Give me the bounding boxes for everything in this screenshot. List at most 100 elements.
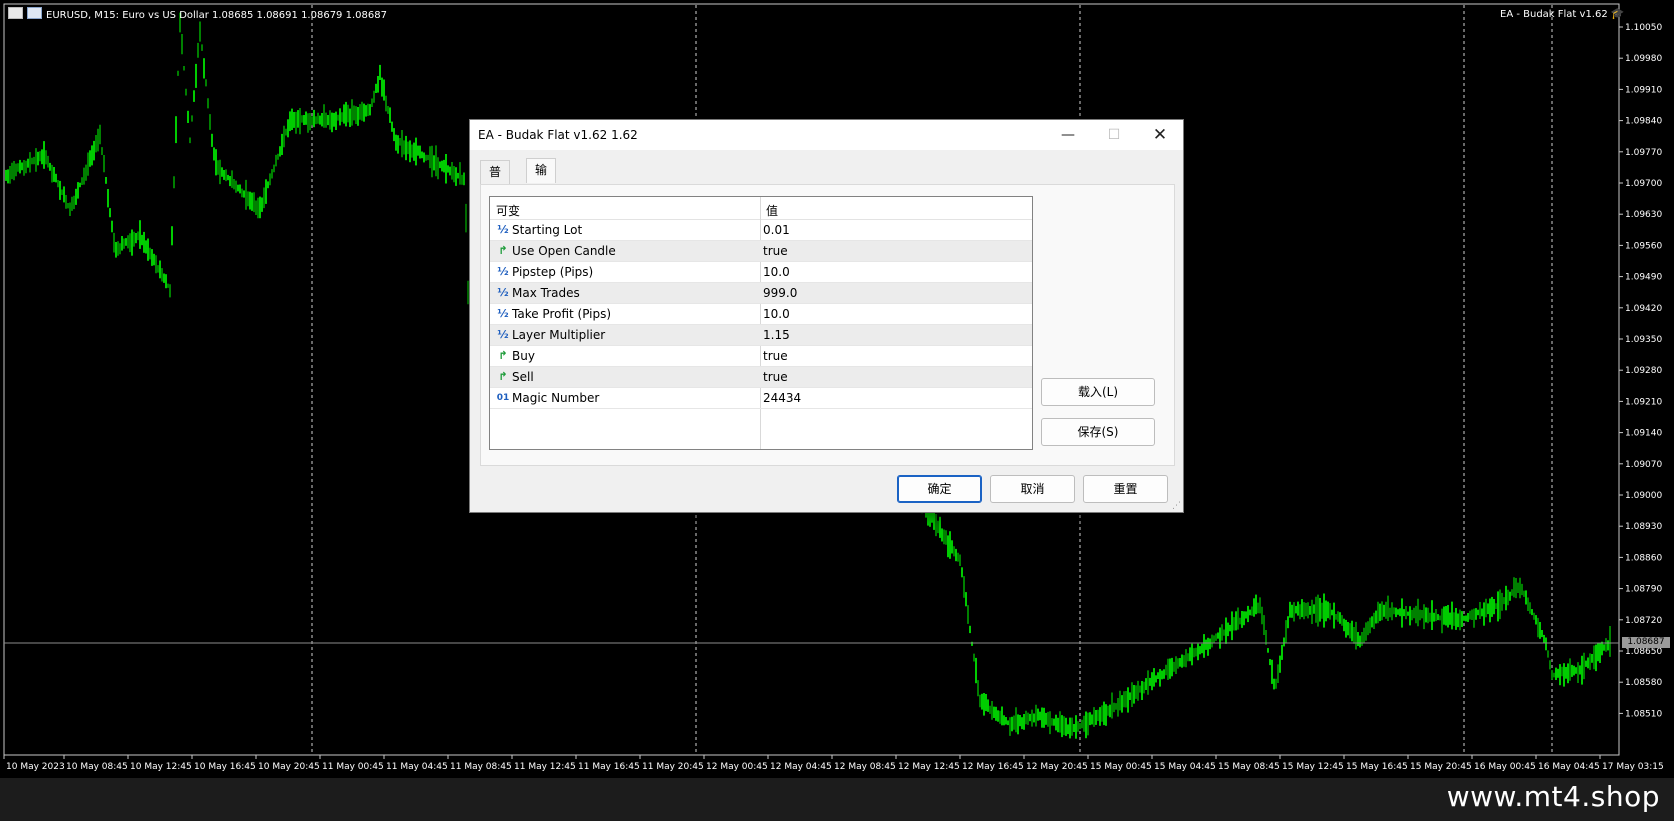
param-value[interactable]: 999.0 <box>763 286 797 300</box>
price-label: 1.09350 <box>1625 335 1662 345</box>
chart-icon <box>8 7 23 19</box>
table-row[interactable]: ½ Starting Lot 0.01 <box>490 220 1032 241</box>
time-label: 15 May 04:45 <box>1154 762 1216 772</box>
double-icon: ½ <box>497 286 509 299</box>
load-button[interactable]: 载入(L) <box>1041 378 1155 406</box>
param-name: Pipstep (Pips) <box>512 265 594 279</box>
table-row[interactable]: ↱ Use Open Candle true <box>490 241 1032 262</box>
time-label: 16 May 04:45 <box>1538 762 1600 772</box>
time-label: 10 May 2023 <box>6 762 65 772</box>
time-label: 10 May 16:45 <box>194 762 256 772</box>
bool-icon: ↱ <box>498 370 508 383</box>
table-row[interactable]: ↱ Sell true <box>490 367 1032 388</box>
param-name: Max Trades <box>512 286 580 300</box>
time-label: 15 May 20:45 <box>1410 762 1472 772</box>
watermark: www.mt4.shop <box>1446 780 1660 813</box>
dialog-titlebar[interactable]: EA - Budak Flat v1.62 1.62 — ☐ ✕ <box>470 120 1183 150</box>
ea-properties-dialog: EA - Budak Flat v1.62 1.62 — ☐ ✕ 普通 输入 可… <box>469 119 1184 513</box>
tab-common[interactable]: 普通 <box>480 160 511 202</box>
param-name: Magic Number <box>512 391 600 405</box>
chart-header: EURUSD, M15: Euro vs US Dollar 1.08685 1… <box>8 7 387 21</box>
trade-icon <box>27 7 42 19</box>
tab-inputs[interactable]: 输入 <box>526 158 557 200</box>
param-name: Layer Multiplier <box>512 328 606 342</box>
current-price-box: 1.08687 <box>1622 637 1670 648</box>
reset-button[interactable]: 重置 <box>1083 475 1168 503</box>
param-value[interactable]: true <box>763 370 788 384</box>
time-label: 11 May 12:45 <box>514 762 576 772</box>
param-value[interactable]: 10.0 <box>763 265 790 279</box>
param-value[interactable]: 10.0 <box>763 307 790 321</box>
price-label: 1.09140 <box>1625 429 1662 439</box>
table-row[interactable]: ½ Take Profit (Pips) 10.0 <box>490 304 1032 325</box>
price-label: 1.08930 <box>1625 522 1662 532</box>
time-label: 15 May 08:45 <box>1218 762 1280 772</box>
price-label: 1.09490 <box>1625 273 1662 283</box>
time-label: 11 May 00:45 <box>322 762 384 772</box>
bool-icon: ↱ <box>498 244 508 257</box>
row-divider <box>490 408 1032 409</box>
ok-button[interactable]: 确定 <box>897 475 982 503</box>
param-value[interactable]: true <box>763 349 788 363</box>
time-label: 15 May 12:45 <box>1282 762 1344 772</box>
time-label: 12 May 04:45 <box>770 762 832 772</box>
column-value: 值 <box>766 204 779 218</box>
ea-indicator[interactable]: EA - Budak Flat v1.62 🎓 <box>1500 7 1625 20</box>
double-icon: ½ <box>497 223 509 236</box>
close-icon[interactable]: ✕ <box>1137 120 1183 150</box>
dialog-title: EA - Budak Flat v1.62 1.62 <box>478 128 638 142</box>
symbol-header: EURUSD, M15: Euro vs US Dollar 1.08685 1… <box>46 10 387 21</box>
time-label: 17 May 03:15 <box>1602 762 1664 772</box>
maximize-icon[interactable]: ☐ <box>1091 120 1137 150</box>
price-label: 1.08720 <box>1625 616 1662 626</box>
price-label: 1.09700 <box>1625 179 1662 189</box>
price-label: 1.09210 <box>1625 397 1662 407</box>
table-row[interactable]: ½ Pipstep (Pips) 10.0 <box>490 262 1032 283</box>
time-label: 11 May 08:45 <box>450 762 512 772</box>
resize-grip-icon[interactable]: ⋰ <box>1172 501 1181 511</box>
time-label: 12 May 12:45 <box>898 762 960 772</box>
price-label: 1.09980 <box>1625 54 1662 64</box>
time-label: 10 May 20:45 <box>258 762 320 772</box>
table-row[interactable]: ½ Layer Multiplier 1.15 <box>490 325 1032 346</box>
price-label: 1.09770 <box>1625 148 1662 158</box>
price-label: 1.09420 <box>1625 304 1662 314</box>
parameters-table: 可变 值 ½ Starting Lot 0.01 ↱ Use Open Candle tr… <box>489 196 1033 450</box>
time-label: 11 May 20:45 <box>642 762 704 772</box>
param-value[interactable]: true <box>763 244 788 258</box>
time-label: 12 May 00:45 <box>706 762 768 772</box>
time-label: 15 May 16:45 <box>1346 762 1408 772</box>
time-label: 15 May 00:45 <box>1090 762 1152 772</box>
minimize-icon[interactable]: — <box>1045 120 1091 150</box>
price-label: 1.08650 <box>1625 647 1662 657</box>
price-label: 1.09000 <box>1625 491 1662 501</box>
param-name: Buy <box>512 349 535 363</box>
price-label: 1.09280 <box>1625 366 1662 376</box>
double-icon: ½ <box>497 328 509 341</box>
table-row[interactable]: ½ Max Trades 999.0 <box>490 283 1032 304</box>
price-label: 1.09840 <box>1625 117 1662 127</box>
time-label: 12 May 20:45 <box>1026 762 1088 772</box>
price-label: 1.08860 <box>1625 553 1662 563</box>
price-label: 1.09070 <box>1625 460 1662 470</box>
footer-bar <box>0 778 1674 821</box>
time-label: 11 May 04:45 <box>386 762 448 772</box>
price-label: 1.08790 <box>1625 585 1662 595</box>
table-row[interactable]: 01 Magic Number 24434 <box>490 388 1032 409</box>
param-name: Sell <box>512 370 534 384</box>
ea-label: EA - Budak Flat v1.62 <box>1500 9 1608 20</box>
param-value[interactable]: 0.01 <box>763 223 790 237</box>
double-icon: ½ <box>497 265 509 278</box>
save-button[interactable]: 保存(S) <box>1041 418 1155 446</box>
price-label: 1.08510 <box>1625 709 1662 719</box>
param-value[interactable]: 24434 <box>763 391 801 405</box>
table-row[interactable]: ↱ Buy true <box>490 346 1032 367</box>
table-header: 可变 值 <box>490 197 1032 220</box>
price-axis: 1.10050 1.09980 1.09910 1.09840 1.09770 1.097… <box>1619 23 1662 719</box>
time-axis: 10 May 2023 10 May 08:45 10 May 12:45 10 Ma… <box>3 755 1664 772</box>
integer-icon: 01 <box>496 393 510 403</box>
param-value[interactable]: 1.15 <box>763 328 790 342</box>
cancel-button[interactable]: 取消 <box>990 475 1075 503</box>
price-label: 1.09910 <box>1625 85 1662 95</box>
param-name: Use Open Candle <box>512 244 616 258</box>
